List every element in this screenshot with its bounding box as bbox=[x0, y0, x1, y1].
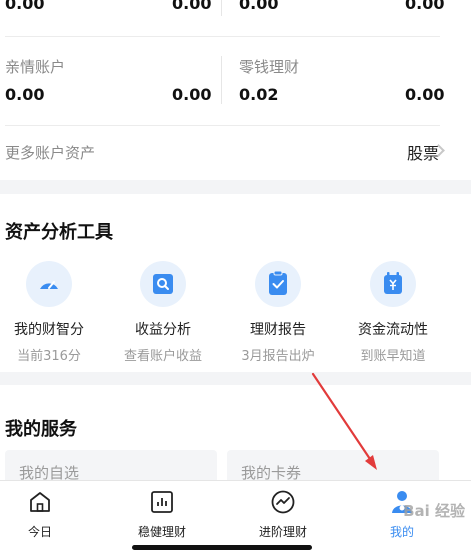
watermark: Bai 经验 bbox=[403, 502, 465, 520]
annotation-arrow bbox=[311, 372, 377, 470]
